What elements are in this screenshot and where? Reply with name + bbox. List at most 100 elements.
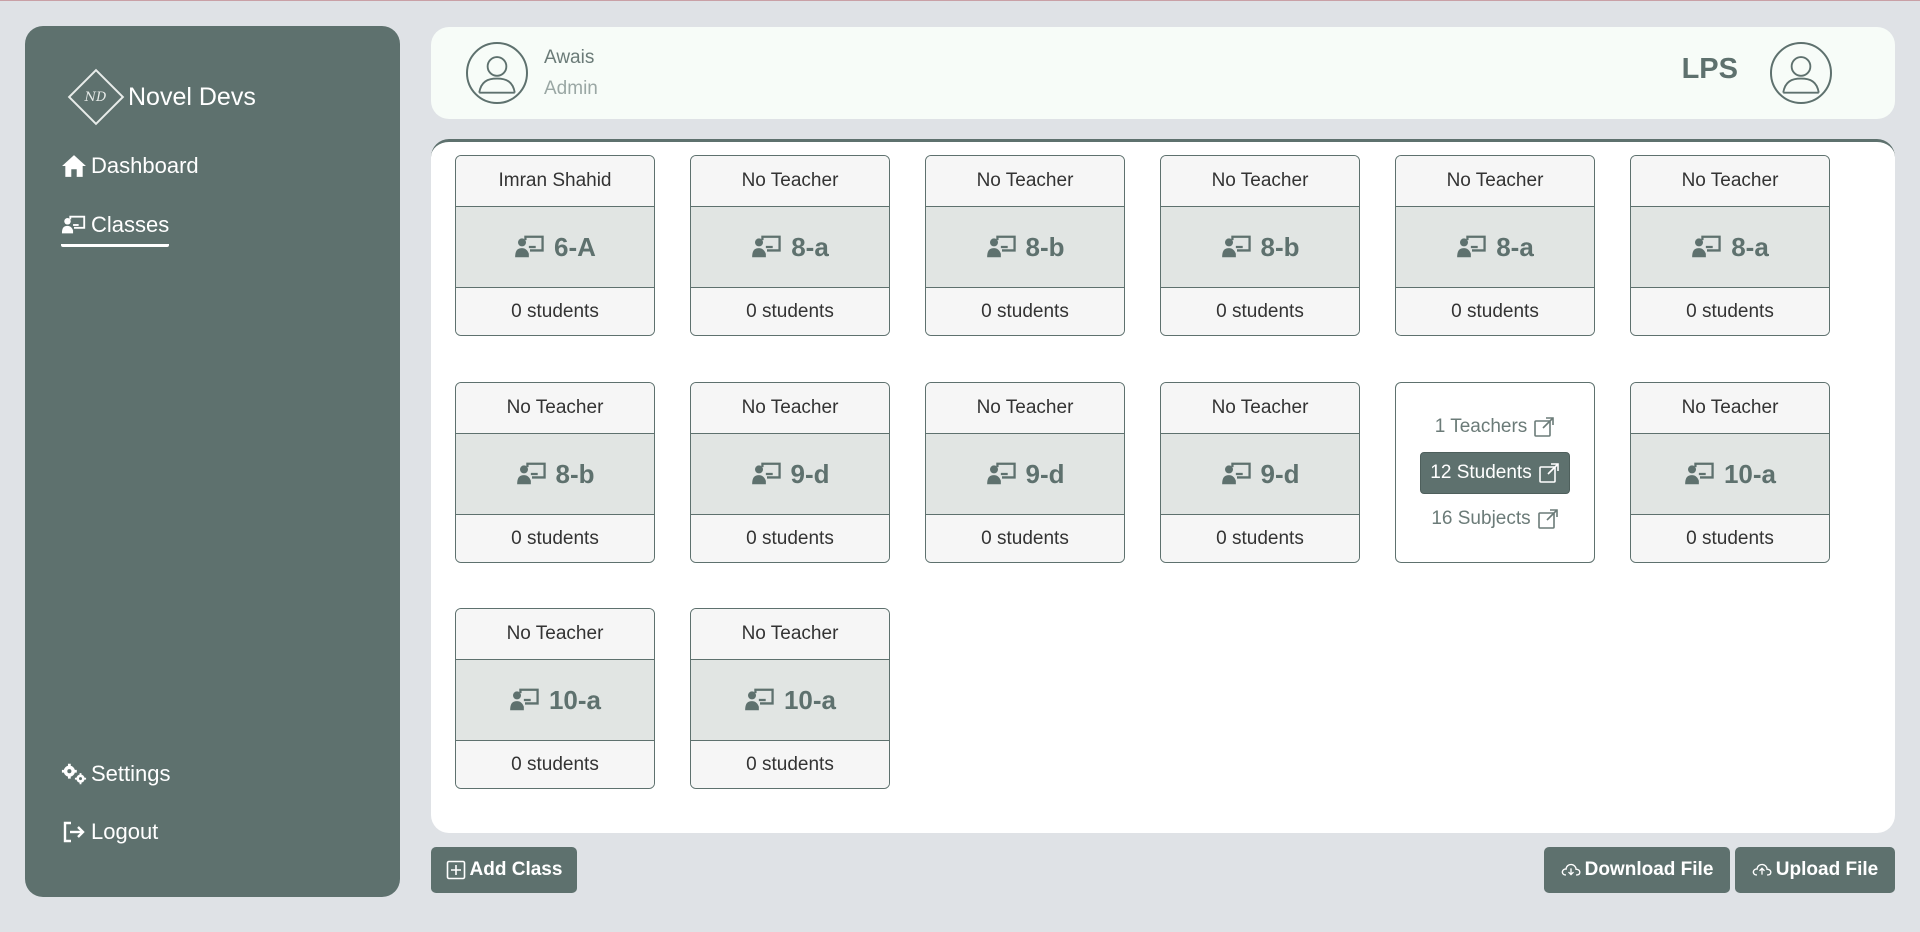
nav-item-label: Classes — [91, 212, 170, 237]
class-card[interactable]: No Teacher 8-b 0 students — [925, 155, 1125, 336]
class-card[interactable]: No Teacher 8-b 0 students — [455, 382, 655, 563]
class-students: 0 students — [691, 515, 889, 562]
class-students: 0 students — [926, 288, 1124, 335]
brand-name: Novel Devs — [128, 82, 256, 111]
class-card[interactable]: No Teacher 9-d 0 students — [925, 382, 1125, 563]
classroom-icon — [515, 235, 544, 258]
class-teacher: No Teacher — [1631, 383, 1829, 434]
teachers-link-label: 1 Teachers — [1434, 415, 1528, 437]
class-card[interactable]: No Teacher 10-a 0 students — [1630, 382, 1830, 563]
class-card[interactable]: No Teacher 10-a 0 students — [690, 608, 890, 789]
class-title: 10-a — [1631, 434, 1829, 515]
classroom-icon — [752, 235, 781, 258]
students-link[interactable]: 12 Students — [1420, 451, 1570, 494]
class-students: 0 students — [1161, 288, 1359, 335]
user-role: Admin — [544, 78, 598, 99]
sidebar: ND Novel Devs Dashboard Classes Settings… — [25, 26, 400, 897]
teachers-link[interactable]: 1 Teachers — [1435, 416, 1556, 438]
class-teacher: No Teacher — [1396, 156, 1594, 207]
brand-logo-icon: ND — [67, 68, 125, 126]
upload-file-button[interactable]: Upload File — [1735, 847, 1895, 893]
class-teacher: No Teacher — [691, 609, 889, 660]
class-title: 8-a — [691, 207, 889, 288]
classroom-icon — [1221, 235, 1251, 258]
class-name: 6-A — [554, 231, 596, 262]
class-name: 9-d — [1260, 458, 1300, 489]
class-card[interactable]: No Teacher 8-a 0 students — [1630, 155, 1830, 336]
add-class-button[interactable]: Add Class — [431, 847, 577, 893]
subjects-link[interactable]: 16 Subjects — [1431, 508, 1558, 530]
class-name: 10-a — [1723, 458, 1777, 489]
nav-item-classes[interactable]: Classes — [61, 212, 170, 247]
class-students: 0 students — [926, 515, 1124, 562]
class-title: 8-a — [1396, 207, 1594, 288]
external-link-icon — [1538, 462, 1559, 483]
school-name: LPS — [1681, 53, 1738, 85]
class-students: 0 students — [456, 741, 654, 788]
classroom-icon — [745, 688, 774, 711]
nav-item-settings[interactable]: Settings — [61, 761, 171, 787]
class-card[interactable]: No Teacher 8-b 0 students — [1160, 155, 1360, 336]
add-class-label: Add Class — [469, 859, 563, 880]
download-file-button[interactable]: Download File — [1544, 847, 1730, 893]
class-teacher: No Teacher — [691, 156, 889, 207]
class-title: 8-b — [456, 434, 654, 515]
logout-icon — [63, 821, 85, 843]
top-header: Awais Admin LPS — [431, 27, 1895, 119]
class-card[interactable]: No Teacher 8-a 0 students — [1395, 155, 1595, 336]
download-file-label: Download File — [1584, 859, 1714, 880]
class-teacher: No Teacher — [926, 156, 1124, 207]
external-link-icon — [1534, 416, 1555, 437]
brand-logo-text: ND — [85, 89, 107, 105]
home-icon — [62, 155, 86, 177]
user-avatar-icon[interactable] — [466, 42, 528, 104]
nav-item-dashboard[interactable]: Dashboard — [61, 153, 199, 179]
class-students: 0 students — [456, 515, 654, 562]
class-card[interactable]: No Teacher 10-a 0 students — [455, 608, 655, 789]
classroom-icon — [61, 215, 86, 234]
class-title: 6-A — [456, 207, 654, 288]
classroom-icon — [1692, 235, 1721, 258]
class-card[interactable]: No Teacher 9-d 0 students — [1160, 382, 1360, 563]
class-name: 10-a — [548, 684, 602, 715]
class-title: 9-d — [926, 434, 1124, 515]
school-avatar-icon[interactable] — [1770, 42, 1832, 104]
class-name: 8-a — [1731, 231, 1769, 262]
class-name: 9-d — [1025, 458, 1065, 489]
gears-icon — [61, 763, 87, 785]
brand[interactable]: ND Novel Devs — [67, 68, 256, 126]
class-title: 8-a — [1631, 207, 1829, 288]
class-teacher: No Teacher — [691, 383, 889, 434]
class-name: 8-b — [555, 458, 595, 489]
classroom-icon — [986, 462, 1016, 485]
nav-item-logout[interactable]: Logout — [61, 819, 158, 845]
cloud-download-icon — [1561, 863, 1581, 876]
class-name: 8-a — [1496, 231, 1534, 262]
cloud-upload-icon — [1752, 863, 1772, 876]
class-name: 8-b — [1025, 231, 1065, 262]
classroom-icon — [1221, 462, 1251, 485]
class-teacher: No Teacher — [1161, 383, 1359, 434]
class-name: 10-a — [783, 684, 837, 715]
class-teacher: No Teacher — [456, 383, 654, 434]
class-students: 0 students — [1631, 288, 1829, 335]
external-link-icon — [1537, 508, 1558, 529]
students-link-label: 12 Students — [1430, 461, 1532, 483]
class-title: 10-a — [456, 660, 654, 741]
class-students: 0 students — [1161, 515, 1359, 562]
class-card[interactable]: No Teacher 8-a 0 students — [690, 155, 890, 336]
class-card-hover-menu[interactable]: 1 Teachers 12 Students 16 Subjects — [1395, 382, 1595, 563]
class-name: 9-d — [790, 458, 830, 489]
classroom-icon — [751, 462, 781, 485]
class-title: 10-a — [691, 660, 889, 741]
class-name: 8-b — [1260, 231, 1300, 262]
user-name: Awais — [544, 47, 595, 68]
class-title: 9-d — [1161, 434, 1359, 515]
class-title: 8-b — [1161, 207, 1359, 288]
class-card[interactable]: Imran Shahid 6-A 0 students — [455, 155, 655, 336]
classes-panel: Imran Shahid 6-A 0 students No Teacher 8… — [431, 139, 1895, 833]
class-card[interactable]: No Teacher 9-d 0 students — [690, 382, 890, 563]
classroom-icon — [516, 462, 546, 485]
class-teacher: No Teacher — [926, 383, 1124, 434]
classroom-icon — [1457, 235, 1486, 258]
